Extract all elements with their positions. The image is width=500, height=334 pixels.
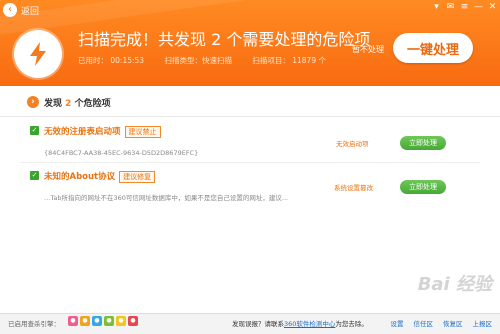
scan-items-count: 扫描项目： 11879 个 [252, 56, 326, 65]
engines-label: 已启用查杀引擎： [8, 320, 60, 328]
false-report-feedback: 发现误报？请联系360软件检测中心为您去除。 [232, 320, 368, 328]
engine-icon[interactable]: ● [68, 316, 78, 326]
skip-handling-link[interactable]: 暂不处理 [352, 44, 384, 55]
watermark: Bai 经验 [417, 274, 492, 295]
engine-icon[interactable]: ● [104, 316, 114, 326]
elapsed-time: 已用时： 00:15:53 [78, 56, 145, 65]
trust-zone-link[interactable]: 信任区 [414, 318, 434, 328]
one-click-fix-button[interactable]: 一键处理 [393, 33, 473, 63]
suggestion-tag: 建议禁止 [124, 126, 161, 138]
item-description: …Tab所指向的网址不在360可信网址数据库中，如果不是您自己设置的网址，建议.… [44, 194, 289, 202]
lightning-bolt-icon [14, 30, 62, 78]
menu-icon[interactable]: ≡ [459, 2, 470, 13]
handle-now-button[interactable]: 立即处理 [400, 136, 446, 150]
suggestion-tag: 建议修复 [119, 171, 156, 183]
minimize-icon[interactable]: — [473, 2, 484, 13]
handle-now-button[interactable]: 立即处理 [400, 180, 446, 194]
scan-result-title: 扫描完成！共发现 2 个需要处理的危险项 [78, 30, 371, 49]
footer-links: 设置 信任区 恢复区 上报区 [391, 318, 493, 328]
settings-link[interactable]: 设置 [391, 318, 404, 328]
report-zone-link[interactable]: 上报区 [473, 318, 493, 328]
mail-icon[interactable]: ✉ [445, 2, 456, 13]
item-title: 未知的About协议 建议修复 [44, 170, 156, 183]
item-checkbox[interactable]: ✓ [30, 126, 39, 135]
engine-icon[interactable]: ● [80, 316, 90, 326]
scan-type: 扫描类型：快速扫描 [164, 56, 232, 65]
back-button[interactable]: ‹ 返回 [3, 2, 39, 18]
dropdown-icon[interactable]: ▾ [431, 2, 442, 13]
engine-icon[interactable]: ● [92, 316, 102, 326]
detection-center-link[interactable]: 360软件检测中心 [284, 320, 335, 328]
back-arrow-icon: ‹ [3, 3, 17, 17]
window-controls: ▾ ✉ ≡ — ✕ [431, 2, 498, 13]
danger-count: 2 [65, 99, 72, 109]
engine-icon[interactable]: ● [116, 316, 126, 326]
divider [20, 162, 480, 163]
close-icon[interactable]: ✕ [487, 2, 498, 13]
restore-zone-link[interactable]: 恢复区 [443, 318, 463, 328]
item-status: 无效启动项 [336, 140, 369, 148]
item-description: {84C4FBC7-AA38-45EC-9634-D5D2D8679EFC} [44, 149, 199, 157]
item-status: 系统设置篡改 [334, 184, 373, 192]
back-label: 返回 [21, 6, 40, 17]
collapse-arrow-icon[interactable]: › [27, 96, 39, 108]
engine-icon[interactable]: ● [128, 316, 138, 326]
item-title: 无效的注册表启动项 建议禁止 [44, 125, 161, 138]
item-checkbox[interactable]: ✓ [30, 171, 39, 180]
summary-text: 发现 2 个危险项 [44, 99, 111, 109]
scan-stats: 已用时： 00:15:53 扫描类型：快速扫描 扫描项目： 11879 个 [78, 55, 344, 66]
